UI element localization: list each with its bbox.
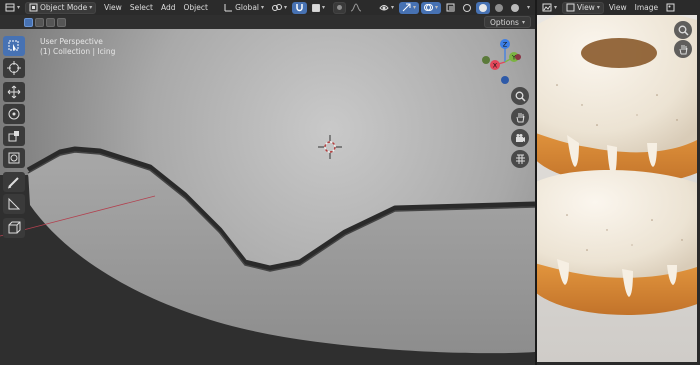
- transform-icon: [8, 152, 20, 164]
- annotate-icon: [7, 177, 19, 189]
- falloff-dropdown[interactable]: [348, 2, 364, 14]
- blender-window: X Z Y ▾ Object Mode ▾ View Select Add Ob…: [0, 0, 700, 365]
- image-editor-mode-dropdown[interactable]: View ▾: [562, 1, 604, 14]
- magnet-icon: [296, 4, 303, 12]
- proportional-edit-icon: [336, 5, 342, 10]
- viewport-header: ▾ Object Mode ▾ View Select Add Object G…: [0, 0, 535, 15]
- shading-wireframe[interactable]: [460, 2, 474, 14]
- image-canvas[interactable]: [537, 15, 697, 362]
- image-pin-button[interactable]: [663, 2, 678, 14]
- rendered-shading-icon: [511, 3, 520, 12]
- options-dropdown[interactable]: Options ▾: [484, 16, 531, 28]
- select-subtract-icon[interactable]: [46, 17, 55, 27]
- menu-add[interactable]: Add: [158, 2, 179, 14]
- tool-annotate[interactable]: [3, 172, 25, 192]
- solid-shading-icon: [479, 3, 488, 12]
- options-label: Options: [490, 17, 519, 27]
- image-menu-view[interactable]: View: [606, 2, 630, 14]
- image-editor[interactable]: ▾ View ▾ View Image: [537, 0, 700, 365]
- wireframe-shading-icon: [463, 3, 472, 12]
- object-mode-icon: [29, 3, 38, 12]
- overlay-circles-icon: [424, 4, 433, 11]
- tool-select-box[interactable]: [3, 36, 25, 56]
- eye-icon: [379, 5, 389, 11]
- orientation-dropdown[interactable]: Global ▾: [221, 2, 267, 14]
- image-menu-image[interactable]: Image: [632, 2, 662, 14]
- pan-button[interactable]: [511, 108, 529, 126]
- editor-type-button[interactable]: ▾: [2, 2, 23, 14]
- image-pan-button[interactable]: [674, 40, 692, 58]
- zoom-button[interactable]: [511, 87, 529, 105]
- cursor-icon: [7, 61, 21, 75]
- tool-cursor[interactable]: [3, 58, 25, 78]
- svg-text:X: X: [493, 62, 498, 70]
- xray-icon: [446, 3, 455, 12]
- ortho-toggle-button[interactable]: [511, 150, 529, 168]
- proportional-edit-toggle[interactable]: [332, 1, 346, 14]
- material-shading-icon: [495, 3, 504, 12]
- svg-text:Z: Z: [503, 41, 508, 49]
- image-zoom-button[interactable]: [674, 21, 692, 39]
- mode-dropdown[interactable]: Object Mode ▾: [25, 1, 97, 14]
- tool-shelf: [3, 36, 27, 240]
- tool-rotate[interactable]: [3, 104, 25, 124]
- snap-target-icon: [312, 3, 321, 12]
- pivot-icon: [272, 4, 283, 11]
- view-mode-icon: [566, 3, 575, 12]
- hand-pan-icon: [516, 112, 524, 122]
- shading-options-dropdown[interactable]: ▾: [524, 2, 533, 14]
- xray-toggle[interactable]: [443, 2, 458, 14]
- tool-scale[interactable]: [3, 126, 25, 146]
- falloff-curve-icon: [350, 3, 361, 12]
- collection-info: (1) Collection | Icing: [40, 47, 116, 56]
- donut-photo: [537, 15, 697, 362]
- rotate-icon: [8, 108, 20, 120]
- zoom-icon: [678, 25, 689, 36]
- image-editor-icon: [542, 3, 552, 12]
- select-box-icon: [8, 40, 19, 51]
- gizmo-toggle[interactable]: ▾: [398, 1, 419, 14]
- shading-rendered[interactable]: [508, 2, 522, 14]
- image-browse-icon: [666, 3, 675, 12]
- shading-material[interactable]: [492, 2, 506, 14]
- menu-select[interactable]: Select: [127, 2, 156, 14]
- snap-target-dropdown[interactable]: ▾: [309, 2, 328, 14]
- grid-icon: [515, 154, 525, 164]
- pivot-dropdown[interactable]: ▾: [269, 2, 290, 14]
- image-editor-type-button[interactable]: ▾: [539, 2, 560, 14]
- gizmo-arrow-icon: [402, 3, 411, 12]
- 3d-viewport[interactable]: X Z Y ▾ Object Mode ▾ View Select Add Ob…: [0, 0, 535, 365]
- tool-transform[interactable]: [3, 148, 25, 168]
- snap-toggle[interactable]: [292, 1, 308, 14]
- zoom-icon: [515, 91, 526, 102]
- image-editor-header: ▾ View ▾ View Image: [537, 0, 700, 15]
- select-new-icon[interactable]: [24, 17, 33, 27]
- global-axes-icon: [224, 4, 233, 12]
- hand-pan-icon: [679, 44, 687, 54]
- image-editor-mode-label: View: [577, 3, 595, 12]
- camera-view-button[interactable]: [511, 129, 529, 147]
- view-name: User Perspective: [40, 37, 103, 46]
- tool-measure[interactable]: [3, 194, 25, 214]
- orientation-label: Global: [235, 3, 260, 12]
- tool-add-cube[interactable]: [3, 218, 25, 238]
- select-intersect-icon[interactable]: [57, 17, 66, 27]
- cube-editor-icon: [5, 3, 15, 12]
- camera-icon: [515, 133, 525, 142]
- select-extend-icon[interactable]: [35, 17, 44, 27]
- scale-icon: [8, 131, 19, 142]
- menu-view[interactable]: View: [101, 2, 125, 14]
- visibility-dropdown[interactable]: ▾: [376, 2, 397, 14]
- shading-solid[interactable]: [476, 1, 491, 14]
- select-mode-bar: [0, 15, 535, 29]
- move-icon: [7, 85, 21, 99]
- overlay-toggle[interactable]: ▾: [421, 1, 442, 14]
- menu-object[interactable]: Object: [180, 2, 210, 14]
- measure-icon: [8, 197, 21, 210]
- tool-move[interactable]: [3, 82, 25, 102]
- add-cube-icon: [8, 221, 21, 234]
- mode-label: Object Mode: [40, 3, 88, 12]
